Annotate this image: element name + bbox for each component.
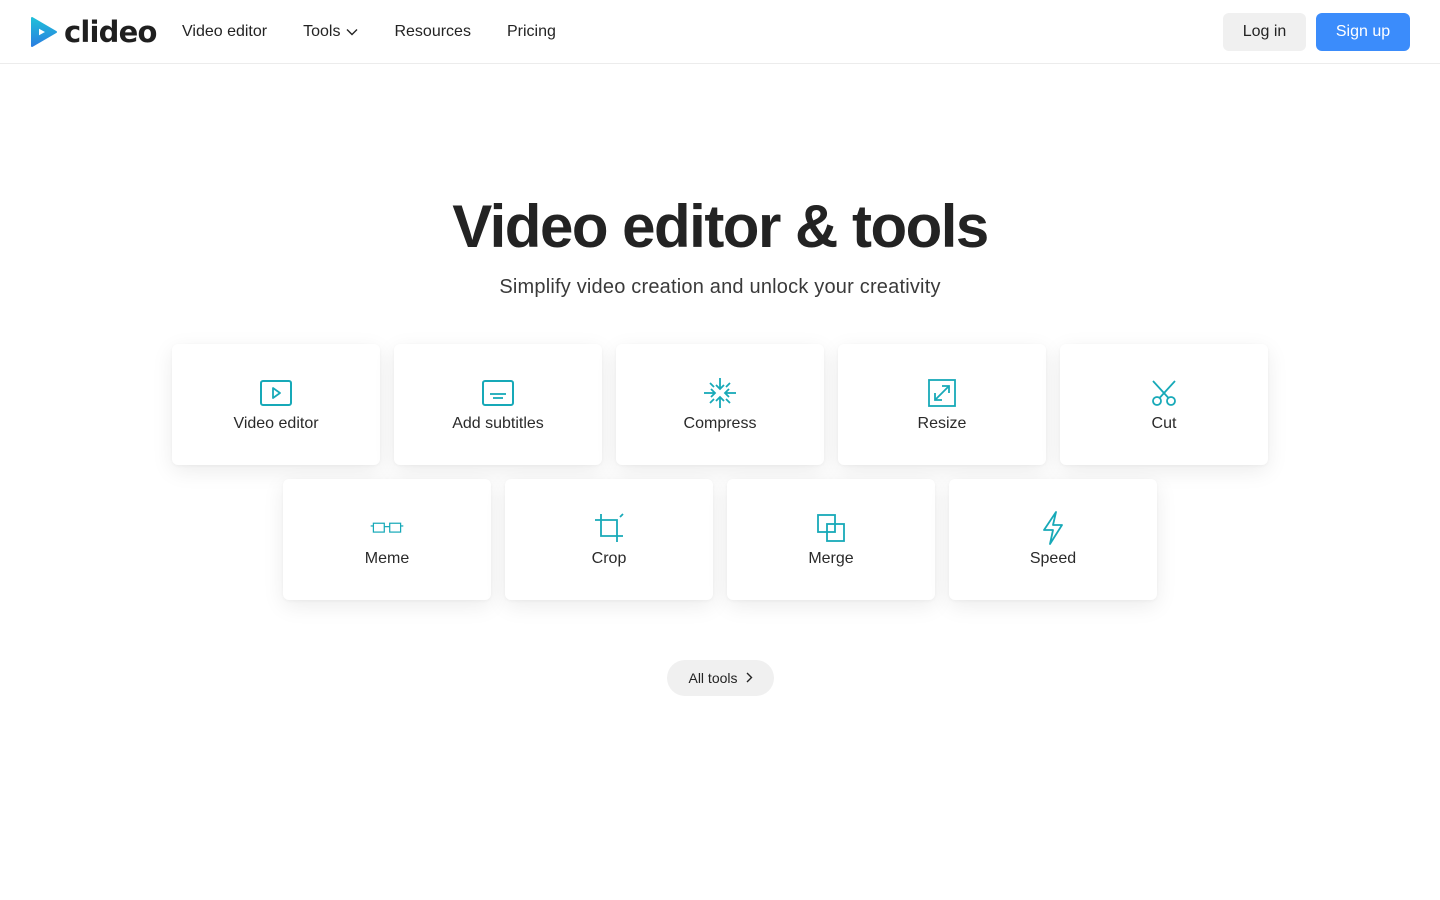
signup-button[interactable]: Sign up xyxy=(1316,13,1410,51)
subtitles-icon xyxy=(481,377,515,409)
tool-card-label: Crop xyxy=(591,550,627,567)
lightning-icon xyxy=(1036,511,1070,545)
scissors-icon xyxy=(1147,377,1181,409)
tool-card-label: Add subtitles xyxy=(452,415,544,432)
nav-tools-dropdown[interactable]: Tools xyxy=(303,23,358,41)
crop-icon xyxy=(592,512,626,544)
tool-card-label: Merge xyxy=(808,550,854,567)
chevron-right-icon xyxy=(746,670,753,686)
page-title: Video editor & tools xyxy=(452,193,989,260)
tool-card-label: Video editor xyxy=(233,415,319,432)
meme-glasses-icon xyxy=(370,512,404,544)
tool-card-compress[interactable]: Compress xyxy=(616,344,824,465)
nav-pricing-label: Pricing xyxy=(506,23,556,40)
tool-card-label: Resize xyxy=(917,415,967,432)
tool-card-speed[interactable]: Speed xyxy=(949,479,1157,600)
nav-pricing[interactable]: Pricing xyxy=(507,23,556,41)
nav-video-editor[interactable]: Video editor xyxy=(182,23,267,41)
tool-card-label: Cut xyxy=(1151,415,1177,432)
clideo-logo[interactable]: clideo xyxy=(30,14,157,50)
all-tools-label: All tools xyxy=(688,670,738,686)
merge-icon xyxy=(814,512,848,544)
tool-card-add-subtitles[interactable]: Add subtitles xyxy=(394,344,602,465)
nav-resources-label: Resources xyxy=(394,23,471,40)
tool-card-resize[interactable]: Resize xyxy=(838,344,1046,465)
tool-card-crop[interactable]: Crop xyxy=(505,479,713,600)
nav-tools-label: Tools xyxy=(303,23,341,40)
main-nav: Video editor Tools Resources Pricing xyxy=(182,0,592,64)
site-header: clideo Video editor Tools Resources Pric… xyxy=(0,0,1440,64)
logo-wordmark: clideo xyxy=(64,15,157,49)
all-tools-button[interactable]: All tools xyxy=(667,660,774,696)
compress-icon xyxy=(703,377,737,409)
chevron-down-icon xyxy=(346,23,358,41)
tool-card-merge[interactable]: Merge xyxy=(727,479,935,600)
tool-card-label: Compress xyxy=(683,415,757,432)
tool-card-video-editor[interactable]: Video editor xyxy=(172,344,380,465)
tool-card-label: Meme xyxy=(364,550,410,567)
tool-card-meme[interactable]: Meme xyxy=(283,479,491,600)
nav-resources[interactable]: Resources xyxy=(394,23,470,41)
tool-card-label: Speed xyxy=(1029,550,1077,567)
login-button[interactable]: Log in xyxy=(1223,13,1306,51)
page-subtitle: Simplify video creation and unlock your … xyxy=(499,276,941,298)
play-icon xyxy=(259,377,293,409)
tool-card-cut[interactable]: Cut xyxy=(1060,344,1268,465)
resize-icon xyxy=(925,377,959,409)
nav-video-editor-label: Video editor xyxy=(182,23,268,40)
clideo-logo-icon xyxy=(31,17,57,47)
